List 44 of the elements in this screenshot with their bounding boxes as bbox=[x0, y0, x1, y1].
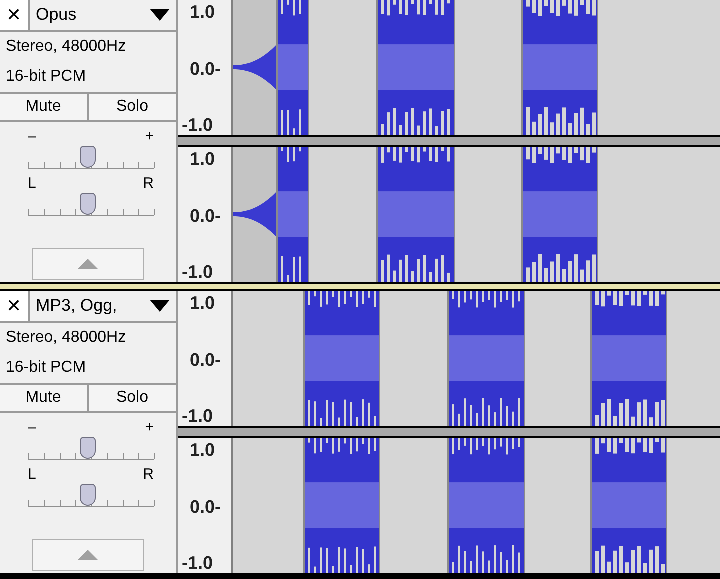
axis-label: 1.0 bbox=[190, 2, 216, 22]
pan-slider[interactable] bbox=[28, 486, 154, 507]
axis-label: 0.0- bbox=[190, 58, 222, 78]
caret-icon bbox=[150, 9, 170, 21]
up-arrow-icon bbox=[78, 259, 98, 269]
format-text: 16-bit PCM bbox=[5, 358, 88, 378]
track-button[interactable]: Solo bbox=[89, 385, 176, 411]
slider-label: R bbox=[143, 466, 154, 484]
slider-label: + bbox=[145, 419, 154, 437]
pan-slider[interactable] bbox=[28, 195, 154, 216]
close-button[interactable]: ✕ bbox=[0, 0, 30, 30]
collapse-button[interactable] bbox=[32, 539, 144, 571]
format-text: Stereo, 48000Hz bbox=[5, 328, 128, 348]
slider-label: L bbox=[28, 175, 36, 193]
axis-label: 0.0- bbox=[190, 206, 222, 226]
format-text: Stereo, 48000Hz bbox=[5, 37, 128, 57]
caret-icon bbox=[150, 300, 170, 312]
axis-label: -1.0 bbox=[182, 553, 214, 573]
slider-thumb[interactable] bbox=[80, 484, 96, 506]
close-button[interactable]: ✕ bbox=[0, 291, 30, 321]
track-button[interactable]: Solo bbox=[89, 94, 176, 120]
format-text: 16-bit PCM bbox=[5, 67, 88, 87]
axis-label: 0.0- bbox=[190, 350, 222, 370]
slider-thumb[interactable] bbox=[80, 193, 96, 215]
track-button[interactable]: Mute bbox=[0, 94, 89, 120]
axis-label: 1.0 bbox=[190, 149, 216, 169]
slider-label: R bbox=[143, 175, 154, 193]
up-arrow-icon bbox=[78, 550, 98, 560]
axis-label: -1.0 bbox=[182, 406, 214, 426]
axis-label: -1.0 bbox=[182, 115, 214, 135]
axis-label: 1.0 bbox=[190, 440, 216, 460]
slider-label: – bbox=[28, 419, 36, 437]
track-button[interactable]: Mute bbox=[0, 385, 89, 411]
gain-slider[interactable] bbox=[28, 148, 154, 169]
slider-label: L bbox=[28, 466, 36, 484]
axis-label: 0.0- bbox=[190, 496, 222, 516]
slider-thumb[interactable] bbox=[80, 437, 96, 459]
axis-label: 1.0 bbox=[190, 293, 216, 313]
collapse-button[interactable] bbox=[32, 248, 144, 280]
axis-label: -1.0 bbox=[182, 262, 214, 282]
gain-slider[interactable] bbox=[28, 439, 154, 460]
slider-thumb[interactable] bbox=[80, 146, 96, 168]
slider-label: + bbox=[145, 128, 154, 146]
slider-label: – bbox=[28, 128, 36, 146]
